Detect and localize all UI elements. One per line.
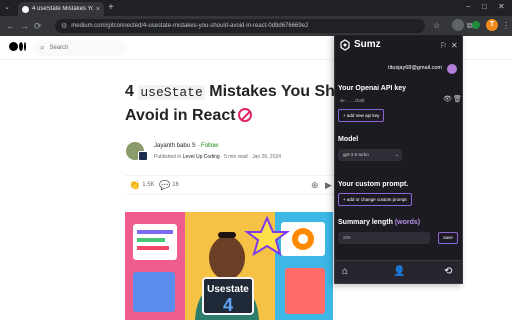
article-actions: 👏 1.5K 💬 16 ⊕ ▶: [125, 175, 335, 195]
extension-name: Sumz: [354, 39, 381, 50]
custom-prompt-label: Your custom prompt.: [338, 181, 409, 188]
no-entry-icon: [237, 108, 252, 122]
medium-logo[interactable]: [9, 42, 26, 51]
summary-length-input[interactable]: 200: [338, 232, 430, 244]
save-button[interactable]: save: [438, 232, 458, 244]
back-button[interactable]: ←: [6, 20, 15, 32]
tab-close-icon[interactable]: ×: [96, 6, 100, 13]
panel-header: Sumz ⚐ ✕: [335, 35, 462, 57]
chrome-menu-icon[interactable]: ⋮: [502, 20, 510, 32]
extension-green-icon[interactable]: [472, 21, 480, 29]
search-placeholder: Search: [49, 45, 69, 51]
summary-unit: (words): [394, 219, 421, 226]
trash-icon[interactable]: 🗑: [453, 95, 462, 103]
url-text: medium.com/gitconnected/4-usestate-mista…: [71, 23, 309, 29]
comment-icon: 💬: [159, 180, 171, 190]
hero-number: 4: [223, 295, 233, 315]
publication-badge[interactable]: [138, 151, 148, 161]
publication-info: Published in Level Up Coding · 5 min rea…: [154, 154, 282, 160]
bookmark-icon: ⊕: [311, 180, 319, 190]
extension-active-icon[interactable]: [452, 19, 464, 31]
close-icon[interactable]: ✕: [451, 41, 458, 50]
maximize-button[interactable]: □: [482, 2, 487, 11]
new-tab-button[interactable]: +: [108, 2, 114, 14]
follow-button[interactable]: Follow: [201, 143, 218, 149]
user-email: titusjay68@gmail.com: [388, 65, 442, 71]
model-value: gpt-3.5-turbo: [343, 152, 369, 157]
tab-active[interactable]: 4 useState Mistakes You Shou... ×: [18, 2, 104, 16]
chevron-down-icon: ⌄: [394, 152, 399, 158]
home-icon[interactable]: ⌂: [342, 266, 348, 278]
search-input[interactable]: ⌕ Search: [35, 40, 127, 56]
publication-link[interactable]: Level Up Coding: [183, 154, 220, 160]
article-title-line2: Avoid in React: [125, 104, 335, 127]
byline: Jayanth babu S · Follow Published in Lev…: [125, 141, 330, 165]
api-key-value: sk-... ...chaft: [340, 98, 365, 103]
custom-prompt-button[interactable]: + add or change custom prompt: [338, 193, 412, 206]
listen-button[interactable]: ▶: [325, 180, 332, 190]
user-avatar[interactable]: [447, 64, 457, 74]
summary-length-label: Summary length (words): [338, 219, 421, 226]
model-select[interactable]: gpt-3.5-turbo ⌄: [338, 149, 402, 161]
forward-button[interactable]: →: [20, 20, 29, 32]
title-code: useState: [138, 85, 205, 100]
bookmark-star-icon[interactable]: ☆: [433, 20, 440, 32]
profile-icon[interactable]: 👤: [393, 266, 405, 278]
browser-toolbar: ← → ⟳ ⚙ medium.com/gitconnected/4-usesta…: [0, 16, 512, 36]
search-icon: ⌕: [40, 43, 45, 52]
flag-icon[interactable]: ⚐: [440, 41, 447, 50]
hero-illustration: Usestate 4: [125, 212, 333, 320]
tab-strip: ⌄ 4 useState Mistakes You Shou... × + − …: [0, 0, 512, 16]
model-label: Model: [338, 136, 359, 143]
address-bar[interactable]: ⚙ medium.com/gitconnected/4-usestate-mis…: [55, 19, 425, 33]
history-icon[interactable]: ⟲: [444, 266, 452, 278]
clap-icon: 👏: [129, 180, 141, 190]
clap-button[interactable]: 👏 1.5K: [129, 180, 155, 190]
reload-button[interactable]: ⟳: [34, 20, 42, 32]
medium-favicon-icon: [22, 5, 29, 13]
sumz-logo-icon: [340, 39, 350, 51]
play-icon: ▶: [325, 180, 332, 190]
bookmark-button[interactable]: ⊕: [311, 180, 319, 190]
hero-caption: Usestate: [207, 284, 249, 295]
article-header: 4 useState Mistakes You Shou Avoid in Re…: [125, 80, 355, 127]
tab-title: 4 useState Mistakes You Shou...: [32, 6, 93, 12]
clap-count: 1.5K: [142, 182, 155, 188]
eye-icon[interactable]: 👁: [443, 95, 452, 103]
minimize-button[interactable]: −: [466, 2, 471, 11]
author-name[interactable]: Jayanth babu S: [154, 143, 196, 149]
hero-image: Usestate 4: [125, 212, 333, 320]
api-key-label: Your Openai API key: [338, 85, 407, 92]
add-api-key-button[interactable]: + add new api key: [338, 109, 385, 122]
sumz-extension-panel: Sumz ⚐ ✕ titusjay68@gmail.com Your Opena…: [334, 34, 463, 284]
site-info-icon[interactable]: ⚙: [61, 22, 67, 30]
article-title: 4 useState Mistakes You Shou: [125, 83, 355, 100]
tab-search-icon[interactable]: ⌄: [4, 3, 10, 11]
panel-bottom-nav: ⌂ 👤 ⟲: [335, 260, 462, 283]
responses-count: 16: [172, 182, 179, 188]
profile-avatar[interactable]: T: [486, 19, 498, 31]
responses-button[interactable]: 💬 16: [159, 180, 179, 190]
author-row: Jayanth babu S · Follow: [154, 143, 219, 149]
close-window-button[interactable]: ✕: [498, 2, 505, 11]
